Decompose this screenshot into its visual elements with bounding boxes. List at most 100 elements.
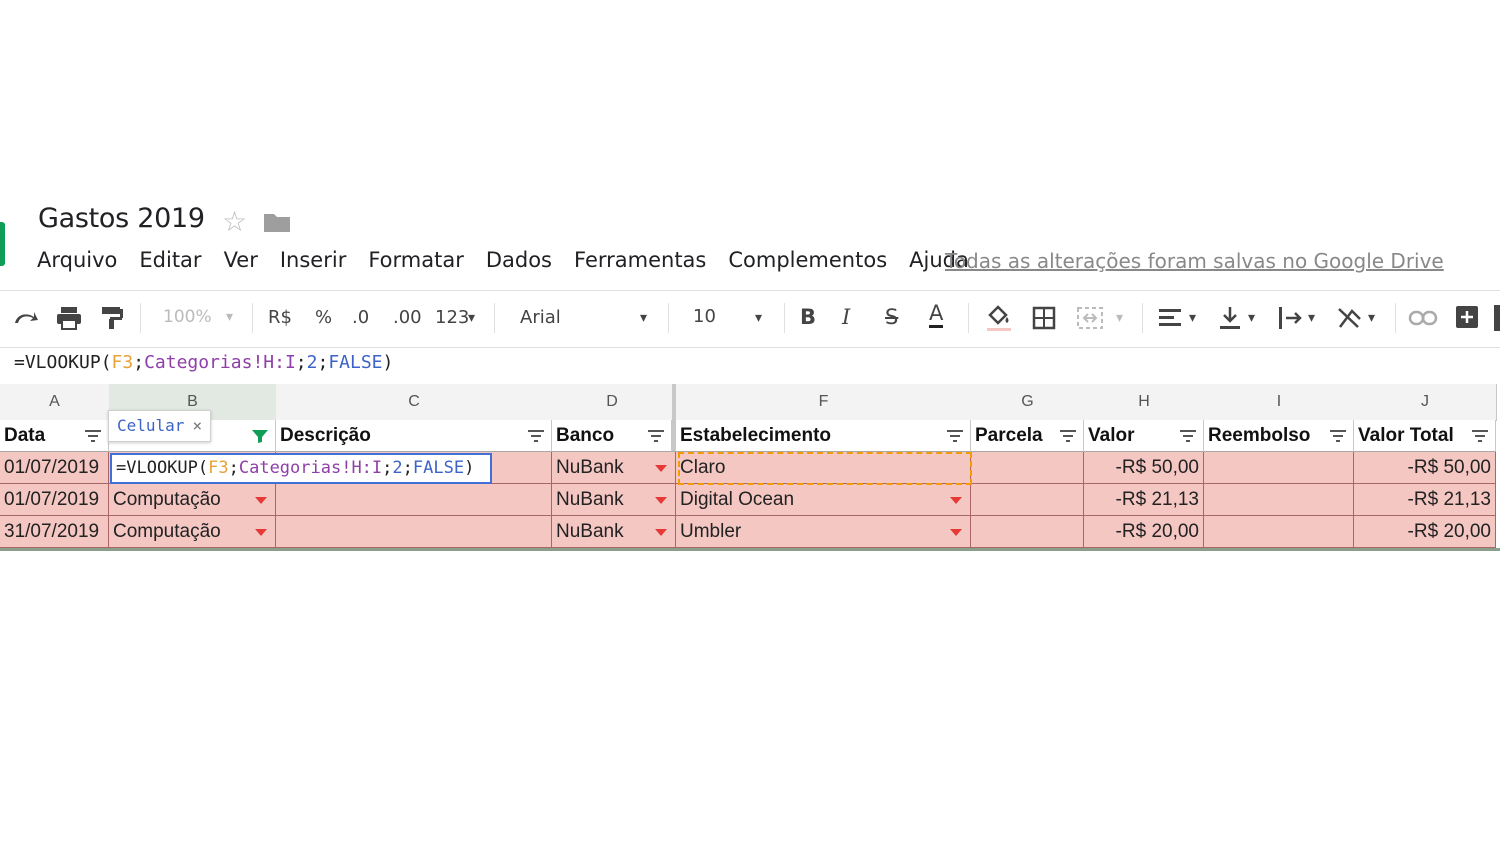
cell-j2[interactable]: -R$ 50,00 xyxy=(1354,452,1496,484)
font-select[interactable]: Arial xyxy=(520,307,561,328)
folder-icon[interactable] xyxy=(264,212,290,232)
cell-d2[interactable]: NuBank xyxy=(552,452,676,484)
filter-icon[interactable] xyxy=(1471,429,1489,443)
decrease-decimal-button[interactable]: .0 xyxy=(352,307,369,328)
cell-f2[interactable]: Claro xyxy=(676,452,971,484)
cell-h2[interactable]: -R$ 50,00 xyxy=(1084,452,1204,484)
save-status-link[interactable]: Todas as alterações foram salvas no Goog… xyxy=(945,249,1444,273)
vertical-align-icon[interactable] xyxy=(1219,305,1241,331)
menu-complementos[interactable]: Complementos xyxy=(728,248,887,272)
paint-format-icon[interactable] xyxy=(100,305,124,331)
cell-i2[interactable] xyxy=(1204,452,1354,484)
font-size-chevron-icon[interactable]: ▾ xyxy=(755,310,762,326)
menu-formatar[interactable]: Formatar xyxy=(368,248,464,272)
cell-i3[interactable] xyxy=(1204,484,1354,516)
cell-a4[interactable]: 31/07/2019 xyxy=(0,516,109,548)
header-cell-data[interactable]: Data xyxy=(0,420,109,452)
menu-editar[interactable]: Editar xyxy=(139,248,201,272)
close-icon[interactable]: × xyxy=(192,416,202,435)
menu-inserir[interactable]: Inserir xyxy=(280,248,346,272)
zoom-chevron-icon[interactable]: ▾ xyxy=(226,309,233,325)
fill-color-icon[interactable] xyxy=(985,303,1013,333)
filter-active-icon[interactable] xyxy=(251,429,269,443)
borders-icon[interactable] xyxy=(1032,306,1056,330)
filter-icon[interactable] xyxy=(84,429,102,443)
print-icon[interactable] xyxy=(55,305,83,331)
cell-j3[interactable]: -R$ 21,13 xyxy=(1354,484,1496,516)
star-icon[interactable]: ☆ xyxy=(222,205,247,238)
cell-b3[interactable]: Computação xyxy=(109,484,276,516)
cell-c3[interactable] xyxy=(276,484,552,516)
text-rotation-chevron-icon[interactable]: ▾ xyxy=(1368,310,1375,326)
cell-g4[interactable] xyxy=(971,516,1084,548)
font-size-select[interactable]: 10 xyxy=(693,306,716,327)
frozen-row-divider[interactable] xyxy=(0,548,1500,551)
cell-c4[interactable] xyxy=(276,516,552,548)
cell-a2[interactable]: 01/07/2019 xyxy=(0,452,109,484)
vertical-align-chevron-icon[interactable]: ▾ xyxy=(1248,310,1255,326)
cell-f3[interactable]: Digital Ocean xyxy=(676,484,971,516)
formula-bar[interactable]: =VLOOKUP(F3;Categorias!H:I;2;FALSE) xyxy=(14,352,393,373)
redo-icon[interactable] xyxy=(12,307,40,329)
filter-icon[interactable] xyxy=(946,429,964,443)
cell-f4[interactable]: Umbler xyxy=(676,516,971,548)
font-chevron-icon[interactable]: ▾ xyxy=(640,310,647,326)
cell-g2[interactable] xyxy=(971,452,1084,484)
text-wrapping-chevron-icon[interactable]: ▾ xyxy=(1308,310,1315,326)
filter-icon[interactable] xyxy=(1059,429,1077,443)
dropdown-arrow-icon[interactable] xyxy=(655,465,667,472)
cell-g3[interactable] xyxy=(971,484,1084,516)
filter-icon[interactable] xyxy=(1329,429,1347,443)
cell-j4[interactable]: -R$ 20,00 xyxy=(1354,516,1496,548)
dropdown-arrow-icon[interactable] xyxy=(950,529,962,536)
dropdown-arrow-icon[interactable] xyxy=(655,497,667,504)
cell-d3[interactable]: NuBank xyxy=(552,484,676,516)
menu-ver[interactable]: Ver xyxy=(224,248,258,272)
strikethrough-button[interactable]: S xyxy=(885,305,898,329)
increase-decimal-button[interactable]: .00 xyxy=(393,307,422,328)
cell-h3[interactable]: -R$ 21,13 xyxy=(1084,484,1204,516)
cell-h4[interactable]: -R$ 20,00 xyxy=(1084,516,1204,548)
dropdown-arrow-icon[interactable] xyxy=(950,497,962,504)
merge-cells-icon[interactable] xyxy=(1076,306,1104,330)
header-cell-banco[interactable]: Banco xyxy=(552,420,672,452)
merge-chevron-icon[interactable]: ▾ xyxy=(1116,310,1123,326)
sheets-logo[interactable] xyxy=(0,222,5,266)
horizontal-align-icon[interactable] xyxy=(1158,307,1182,329)
zoom-select[interactable]: 100% xyxy=(163,307,212,327)
menu-dados[interactable]: Dados xyxy=(486,248,552,272)
header-cell-valor[interactable]: Valor xyxy=(1084,420,1204,452)
dropdown-arrow-icon[interactable] xyxy=(255,497,267,504)
header-cell-descricao[interactable]: Descrição xyxy=(276,420,552,452)
cell-editor[interactable]: =VLOOKUP(F3;Categorias!H:I;2;FALSE) xyxy=(110,453,492,484)
insert-comment-icon[interactable] xyxy=(1455,305,1479,329)
insert-link-icon[interactable] xyxy=(1408,309,1438,327)
dropdown-arrow-icon[interactable] xyxy=(655,529,667,536)
cell-b4[interactable]: Computação xyxy=(109,516,276,548)
header-cell-estabelecimento[interactable]: Estabelecimento xyxy=(676,420,971,452)
text-color-button[interactable]: A xyxy=(929,301,944,328)
filter-icon[interactable] xyxy=(1179,429,1197,443)
bold-button[interactable]: B xyxy=(800,305,816,329)
more-tools-icon[interactable] xyxy=(1494,305,1500,331)
menu-arquivo[interactable]: Arquivo xyxy=(37,248,117,272)
filter-icon[interactable] xyxy=(527,429,545,443)
percent-format-button[interactable]: % xyxy=(315,307,332,328)
menu-ferramentas[interactable]: Ferramentas xyxy=(574,248,706,272)
italic-button[interactable]: I xyxy=(842,305,850,329)
cell-d4[interactable]: NuBank xyxy=(552,516,676,548)
more-formats-button[interactable]: 123 xyxy=(435,307,469,328)
header-cell-valor-total[interactable]: Valor Total xyxy=(1354,420,1496,452)
header-cell-parcela[interactable]: Parcela xyxy=(971,420,1084,452)
filter-icon[interactable] xyxy=(647,429,665,443)
text-rotation-icon[interactable] xyxy=(1336,305,1364,331)
cell-i4[interactable] xyxy=(1204,516,1354,548)
cell-a3[interactable]: 01/07/2019 xyxy=(0,484,109,516)
dropdown-arrow-icon[interactable] xyxy=(255,529,267,536)
header-cell-reembolso[interactable]: Reembolso xyxy=(1204,420,1354,452)
document-title[interactable]: Gastos 2019 xyxy=(38,203,205,234)
horizontal-align-chevron-icon[interactable]: ▾ xyxy=(1189,310,1196,326)
currency-format-button[interactable]: R$ xyxy=(268,307,292,328)
more-formats-chevron-icon[interactable]: ▾ xyxy=(468,310,475,326)
text-wrapping-icon[interactable] xyxy=(1277,305,1303,331)
